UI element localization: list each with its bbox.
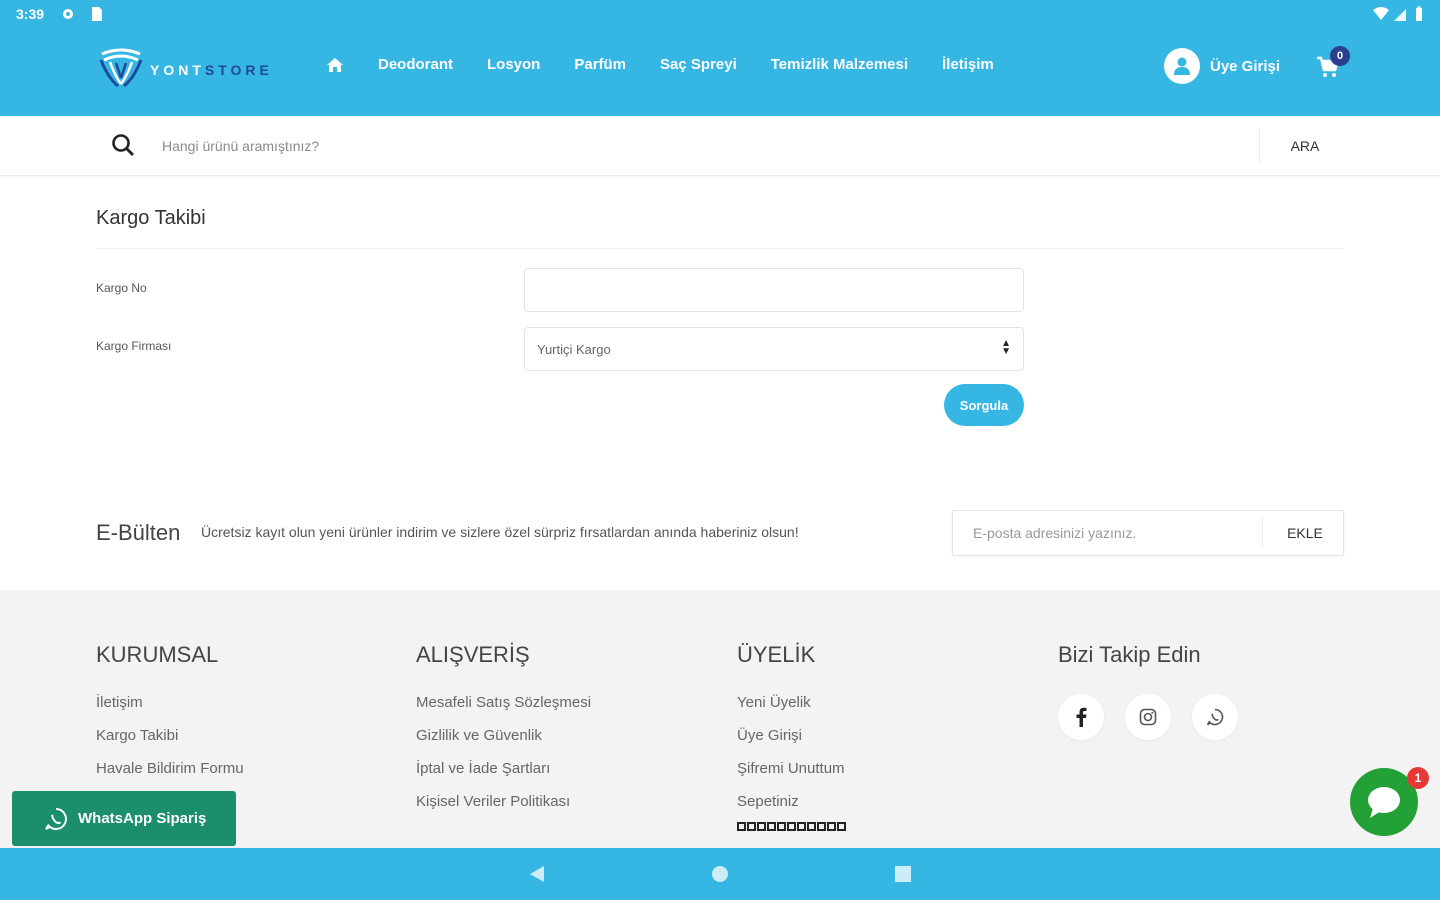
search-bar: ARA [0,116,1440,176]
sd-card-status-icon [89,6,103,27]
footer-link-iptal-iade[interactable]: İptal ve İade Şartları [416,760,591,777]
footer-heading-kurumsal: KURUMSAL [96,642,219,667]
whatsapp-order-button[interactable]: WhatsApp Sipariş [12,791,236,846]
whatsapp-icon [45,807,67,830]
main-nav: Deodorant Losyon Parfüm Saç Spreyi Temiz… [326,56,1028,73]
android-nav-bar [0,848,1440,900]
user-login-label: Üye Girişi [1210,57,1281,75]
footer-link-gizlilik[interactable]: Gizlilik ve Güvenlik [416,727,591,744]
home-icon [327,57,343,72]
instagram-icon [1139,708,1157,726]
newsletter-add-button[interactable]: EKLE [1275,521,1335,545]
newsletter-form: EKLE [952,510,1344,556]
search-button[interactable]: ARA [1280,134,1330,158]
select-arrows-icon: ▲ ▼ [1001,338,1011,357]
newsletter-description: Ücretsiz kayıt olun yeni ürünler indirim… [201,524,799,540]
footer-heading-alisveris: ALIŞVERİŞ [416,642,530,667]
footer-link-havale-bildirim[interactable]: Havale Bildirim Formu [96,760,244,777]
signal-status-icon [1393,6,1407,27]
footer-heading-uyelik: ÜYELİK [737,642,816,667]
nav-item-deodorant[interactable]: Deodorant [378,56,453,73]
brand-logo[interactable]: YONTSTORE [98,44,273,95]
chat-notification-badge: 1 [1407,767,1429,789]
site-header: YONTSTORE Deodorant Losyon Parfüm Saç Sp… [0,28,1440,116]
user-login-link[interactable]: Üye Girişi [1164,48,1280,84]
battery-status-icon [1414,6,1424,27]
chat-bubble-icon [1368,787,1400,818]
back-nav-icon[interactable] [528,864,546,889]
footer-link-iletisim[interactable]: İletişim [96,694,244,711]
instagram-link[interactable] [1125,694,1171,740]
newsletter-title: E-Bülten [96,520,181,545]
cargo-company-label: Kargo Firması [96,339,172,353]
search-input[interactable] [150,128,1260,164]
page-title: Kargo Takibi [96,207,206,229]
footer-heading-social: Bizi Takip Edin [1058,642,1201,667]
footer-link-kisisel-veriler[interactable]: Kişisel Veriler Politikası [416,793,591,810]
query-button[interactable]: Sorgula [944,384,1024,426]
brand-name: YONTSTORE [150,62,273,78]
cargo-company-select[interactable]: Yurtiçi Kargo ▲ ▼ [524,327,1024,371]
social-links [1058,694,1259,740]
qr-code-icon [737,822,847,831]
status-bar: 3:39 [0,0,1440,28]
footer-col-social: Bizi Takip Edin [1058,642,1259,740]
tracking-number-label: Kargo No [96,281,147,295]
facebook-icon [1076,707,1087,727]
nav-item-iletisim[interactable]: İletişim [942,56,994,73]
footer-link-sepetiniz[interactable]: Sepetiniz [737,793,847,810]
tracking-number-input[interactable] [524,268,1024,312]
logo-mark-icon [98,44,144,95]
whatsapp-icon [1206,708,1224,726]
whatsapp-link[interactable] [1192,694,1238,740]
footer-link-uye-girisi[interactable]: Üye Girişi [737,727,847,744]
footer-col-kurumsal: KURUMSAL İletişim Kargo Takibi Havale Bi… [96,642,244,793]
newsletter-section: E-Bülten Ücretsiz kayıt olun yeni ürünle… [0,476,1440,590]
user-icon [1164,48,1200,84]
nav-home-link[interactable] [326,57,344,73]
nav-item-losyon[interactable]: Losyon [487,56,540,73]
nav-item-parfum[interactable]: Parfüm [574,56,626,73]
recents-nav-icon[interactable] [894,864,912,889]
nav-item-temizlik[interactable]: Temizlik Malzemesi [771,56,908,73]
search-icon [110,132,136,163]
footer-link-yeni-uyelik[interactable]: Yeni Üyelik [737,694,847,711]
brand-name-part2: STORE [204,61,273,78]
footer-link-sifremi-unuttum[interactable]: Şifremi Unuttum [737,760,847,777]
footer-link-mesafeli-satis[interactable]: Mesafeli Satış Sözleşmesi [416,694,591,711]
footer-col-uyelik: ÜYELİK Yeni Üyelik Üye Girişi Şifremi Un… [737,642,847,831]
cart-count-badge: 0 [1330,46,1350,66]
brand-name-part1: YONT [150,61,205,78]
whatsapp-order-label: WhatsApp Sipariş [78,810,207,827]
nav-item-sac-spreyi[interactable]: Saç Spreyi [660,56,737,73]
footer-link-kargo-takibi[interactable]: Kargo Takibi [96,727,244,744]
facebook-link[interactable] [1058,694,1104,740]
title-divider [96,248,1344,249]
footer-col-alisveris: ALIŞVERİŞ Mesafeli Satış Sözleşmesi Gizl… [416,642,591,826]
settings-status-icon [60,6,76,27]
home-nav-icon[interactable] [711,864,729,889]
cargo-company-selected: Yurtiçi Kargo [537,341,611,357]
status-time: 3:39 [16,6,45,22]
wifi-status-icon [1372,6,1390,27]
newsletter-email-input[interactable] [963,517,1263,549]
